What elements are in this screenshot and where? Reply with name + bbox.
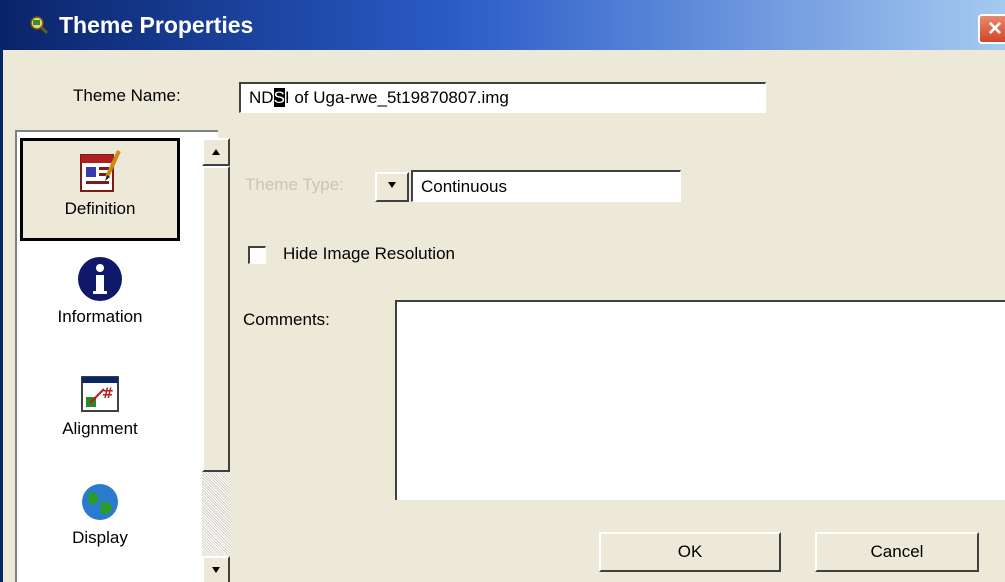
app-icon — [30, 16, 49, 35]
sidebar-item-label: Definition — [64, 199, 136, 218]
comments-textarea[interactable] — [395, 300, 1005, 500]
close-icon: × — [987, 15, 1002, 42]
close-button[interactable]: × — [978, 14, 1005, 44]
sidebar-item-definition[interactable]: Definition — [20, 138, 180, 241]
globe-icon — [82, 484, 118, 520]
scroll-down-button[interactable] — [202, 556, 230, 582]
theme-type-dropdown-button[interactable] — [375, 172, 409, 202]
sidebar-item-display[interactable]: Display — [20, 474, 180, 582]
theme-name-input[interactable]: NDSI of Uga-rwe_5t19870807.img — [239, 82, 766, 113]
svg-text:#: # — [102, 386, 114, 402]
sidebar-item-information[interactable]: Information — [20, 249, 180, 349]
sidebar-item-label: Display — [72, 528, 128, 547]
hide-image-resolution-checkbox[interactable] — [248, 246, 266, 264]
ok-button[interactable]: OK — [599, 532, 781, 572]
chevron-down-icon — [388, 182, 396, 188]
theme-name-label: Theme Name: — [73, 86, 181, 105]
window-title: Theme Properties — [59, 11, 254, 38]
scroll-track[interactable] — [202, 472, 230, 556]
comments-label: Comments: — [243, 310, 330, 329]
scroll-down-arrow-icon — [212, 567, 220, 573]
title-bar[interactable]: Theme Properties × — [3, 0, 1005, 50]
scroll-up-button[interactable] — [202, 138, 230, 166]
sidebar-item-alignment[interactable]: # Alignment — [20, 365, 180, 465]
theme-properties-dialog: Theme Properties × Theme Name: NDSI of U… — [0, 0, 1005, 582]
scroll-up-arrow-icon — [212, 149, 220, 155]
sidebar-item-label: Information — [57, 307, 143, 326]
hide-image-resolution-label[interactable]: Hide Image Resolution — [283, 244, 455, 264]
category-scrollbar[interactable] — [202, 138, 230, 582]
category-panel: Definition Information # Alignment Displ… — [15, 130, 230, 582]
theme-name-text-after: I of Uga-rwe_5t19870807.img — [284, 88, 509, 107]
theme-type-select[interactable]: Continuous — [411, 170, 681, 202]
theme-name-selection: S — [273, 88, 285, 107]
definition-icon — [80, 150, 121, 192]
alignment-icon: # — [81, 376, 119, 412]
sidebar-item-label: Alignment — [62, 419, 138, 438]
scroll-thumb[interactable] — [202, 166, 230, 472]
theme-name-text-before: ND — [249, 88, 274, 107]
cancel-button[interactable]: Cancel — [815, 532, 979, 572]
theme-type-label: Theme Type: — [245, 175, 344, 194]
information-icon — [78, 257, 122, 301]
